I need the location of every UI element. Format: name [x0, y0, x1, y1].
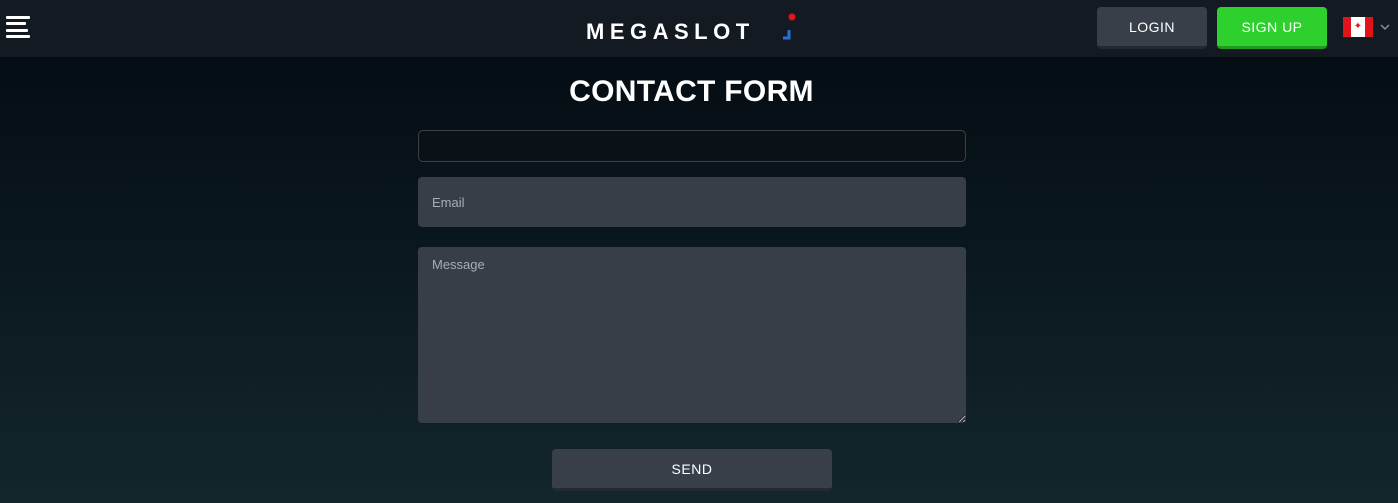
message-field[interactable]	[418, 247, 966, 423]
signup-button[interactable]: SIGN UP	[1217, 7, 1327, 49]
megaslot-logo[interactable]: MEGASLOT	[586, 12, 801, 44]
top-header: MEGASLOT LOGIN SIGN UP ✦	[0, 0, 1398, 57]
language-selector[interactable]: ✦	[1343, 16, 1393, 38]
send-button[interactable]: SEND	[552, 449, 832, 491]
logo-text: MEGASLOT	[586, 19, 755, 44]
email-field[interactable]	[418, 177, 966, 227]
name-field[interactable]	[418, 130, 966, 162]
hamburger-menu-icon[interactable]	[6, 16, 30, 38]
login-button[interactable]: LOGIN	[1097, 7, 1207, 49]
page-title: CONTACT FORM	[569, 75, 814, 108]
chevron-down-icon	[1380, 24, 1390, 31]
canada-flag-icon: ✦	[1343, 17, 1373, 37]
